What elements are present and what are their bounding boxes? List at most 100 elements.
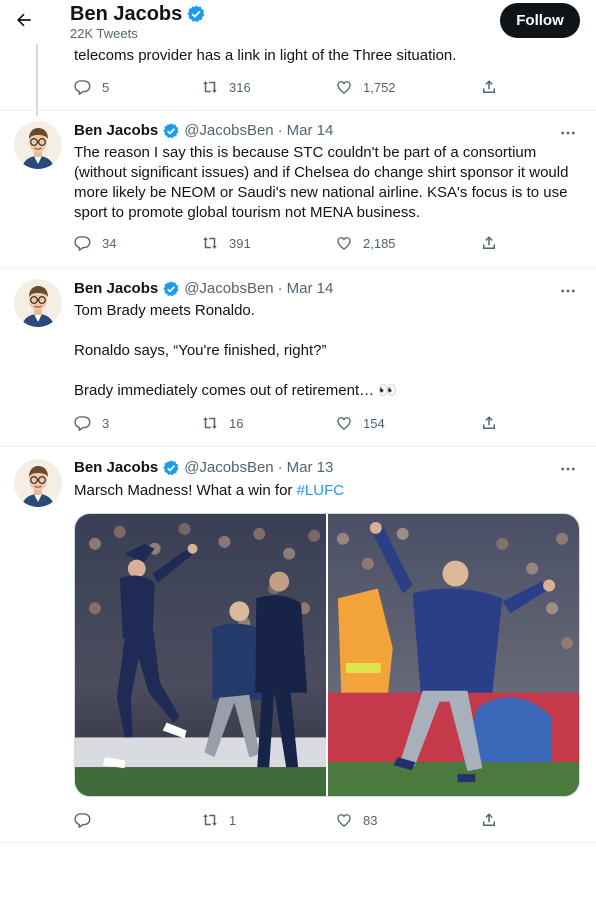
tweet-text: The reason I say this is because STC cou…: [74, 143, 579, 223]
reply-count: 3: [102, 415, 110, 431]
like-button[interactable]: 154: [335, 414, 385, 432]
tweet-text-line: Ronaldo says, “You're finished, right?”: [74, 342, 327, 359]
profile-header: Ben Jacobs 22K Tweets Follow: [0, 0, 596, 44]
more-horizontal-icon: [561, 467, 575, 471]
author-handle[interactable]: @JacobsBen: [184, 121, 273, 141]
retweet-icon: [203, 81, 217, 93]
separator-dot: ·: [277, 122, 283, 139]
header-name-row: Ben Jacobs: [70, 2, 206, 26]
like-count: 1,752: [363, 79, 396, 95]
heart-icon: [337, 417, 351, 430]
share-icon: [483, 416, 495, 429]
tweet-media-grid: [74, 513, 580, 797]
reply-button[interactable]: 3: [74, 414, 109, 432]
verified-badge-icon: [163, 123, 179, 139]
retweet-icon: [203, 237, 217, 249]
arrow-left-icon: [17, 13, 31, 27]
retweet-count: 391: [229, 235, 251, 251]
author-name[interactable]: Ben Jacobs: [74, 121, 158, 141]
like-button[interactable]: 1,752: [335, 78, 396, 96]
tweet-header: Ben Jacobs @JacobsBen · Mar 14: [74, 121, 333, 141]
thread-tail-text: telecoms provider has a link in light of…: [74, 47, 457, 64]
avatar[interactable]: [14, 279, 62, 327]
tweet-text: Marsch Madness! What a win for #LUFC: [74, 481, 579, 501]
tweet-text-line: Brady immediately comes out of retiremen…: [74, 382, 397, 399]
heart-icon: [337, 81, 351, 94]
retweet-icon: [203, 417, 217, 429]
tweet-actions: 3 16 154: [74, 414, 504, 434]
reply-button[interactable]: 5: [74, 78, 109, 96]
tweet-card[interactable]: Ben Jacobs @JacobsBen · Mar 14 The reaso…: [0, 111, 596, 269]
reply-button[interactable]: 34: [74, 234, 116, 252]
reply-count: 34: [102, 235, 117, 251]
retweet-count: 1: [229, 812, 237, 828]
author-name[interactable]: Ben Jacobs: [74, 279, 158, 299]
avatar[interactable]: [14, 459, 62, 507]
retweet-count: 16: [229, 415, 244, 431]
retweet-button[interactable]: 16: [201, 414, 243, 432]
media-photo[interactable]: [75, 514, 326, 796]
share-button[interactable]: [480, 811, 498, 829]
separator-dot: ·: [277, 459, 283, 476]
tweet-date[interactable]: Mar 14: [287, 121, 334, 141]
hashtag-link[interactable]: #LUFC: [297, 482, 345, 499]
tweet-actions: 1 83: [74, 811, 504, 831]
reply-count: 5: [102, 79, 110, 95]
tweet-header: Ben Jacobs @JacobsBen · Mar 14: [74, 279, 333, 299]
like-button[interactable]: 2,185: [335, 234, 396, 252]
header-name: Ben Jacobs: [70, 3, 183, 25]
like-count: 83: [363, 812, 378, 828]
tweet-text-line: sport to promote global tourism not MENA…: [74, 204, 420, 221]
tweet-date[interactable]: Mar 14: [287, 279, 334, 299]
like-count: 154: [363, 415, 385, 431]
share-button[interactable]: [480, 234, 498, 252]
retweet-icon: [203, 814, 217, 826]
retweet-count: 316: [229, 79, 251, 95]
tweet-count: 22K Tweets: [70, 26, 138, 41]
retweet-button[interactable]: 391: [201, 234, 251, 252]
share-icon: [483, 813, 495, 826]
back-button[interactable]: [10, 6, 38, 34]
like-count: 2,185: [363, 235, 396, 251]
celebration-photo-left: [75, 514, 326, 796]
reply-icon: [74, 813, 91, 828]
reply-icon: [74, 416, 91, 431]
thread-tail-actions: 5 316 1,752: [74, 78, 504, 98]
tweet-text-line: The reason I say this is because STC cou…: [74, 144, 537, 161]
more-options-button[interactable]: [558, 459, 578, 479]
tweet-card[interactable]: Ben Jacobs @JacobsBen · Mar 14 Tom Brady…: [0, 269, 596, 447]
share-button[interactable]: [480, 78, 498, 96]
follow-button[interactable]: Follow: [500, 3, 580, 38]
share-icon: [483, 236, 495, 249]
author-handle[interactable]: @JacobsBen: [184, 458, 273, 478]
avatar[interactable]: [14, 121, 62, 169]
more-options-button[interactable]: [558, 123, 578, 143]
reply-icon: [74, 236, 91, 251]
tweet-text-line: Tom Brady meets Ronaldo.: [74, 302, 255, 319]
tweet-actions: 34 391 2,185: [74, 234, 504, 254]
reply-button[interactable]: [74, 811, 102, 829]
tweet-text: Tom Brady meets Ronaldo. Ronaldo says, “…: [74, 301, 579, 401]
tweet-text-plain: Marsch Madness! What a win for: [74, 482, 297, 499]
more-options-button[interactable]: [558, 281, 578, 301]
avatar-image: [14, 459, 62, 507]
more-horizontal-icon: [561, 131, 575, 135]
author-name[interactable]: Ben Jacobs: [74, 458, 158, 478]
verified-badge-icon: [163, 281, 179, 297]
retweet-button[interactable]: 316: [201, 78, 251, 96]
author-handle[interactable]: @JacobsBen: [184, 279, 273, 299]
like-button[interactable]: 83: [335, 811, 377, 829]
avatar-image: [14, 121, 62, 169]
reply-icon: [74, 80, 91, 95]
tweet-text-line: more likely be NEOM or Saudi's new natio…: [74, 184, 568, 201]
retweet-button[interactable]: 1: [201, 811, 236, 829]
more-horizontal-icon: [561, 289, 575, 293]
thread-connector-line: [36, 44, 38, 116]
celebration-photo-right: [328, 514, 579, 796]
verified-badge-icon: [163, 460, 179, 476]
tweet-date[interactable]: Mar 13: [287, 458, 334, 478]
media-photo[interactable]: [328, 514, 579, 796]
separator-dot: ·: [277, 280, 283, 297]
share-button[interactable]: [480, 414, 498, 432]
